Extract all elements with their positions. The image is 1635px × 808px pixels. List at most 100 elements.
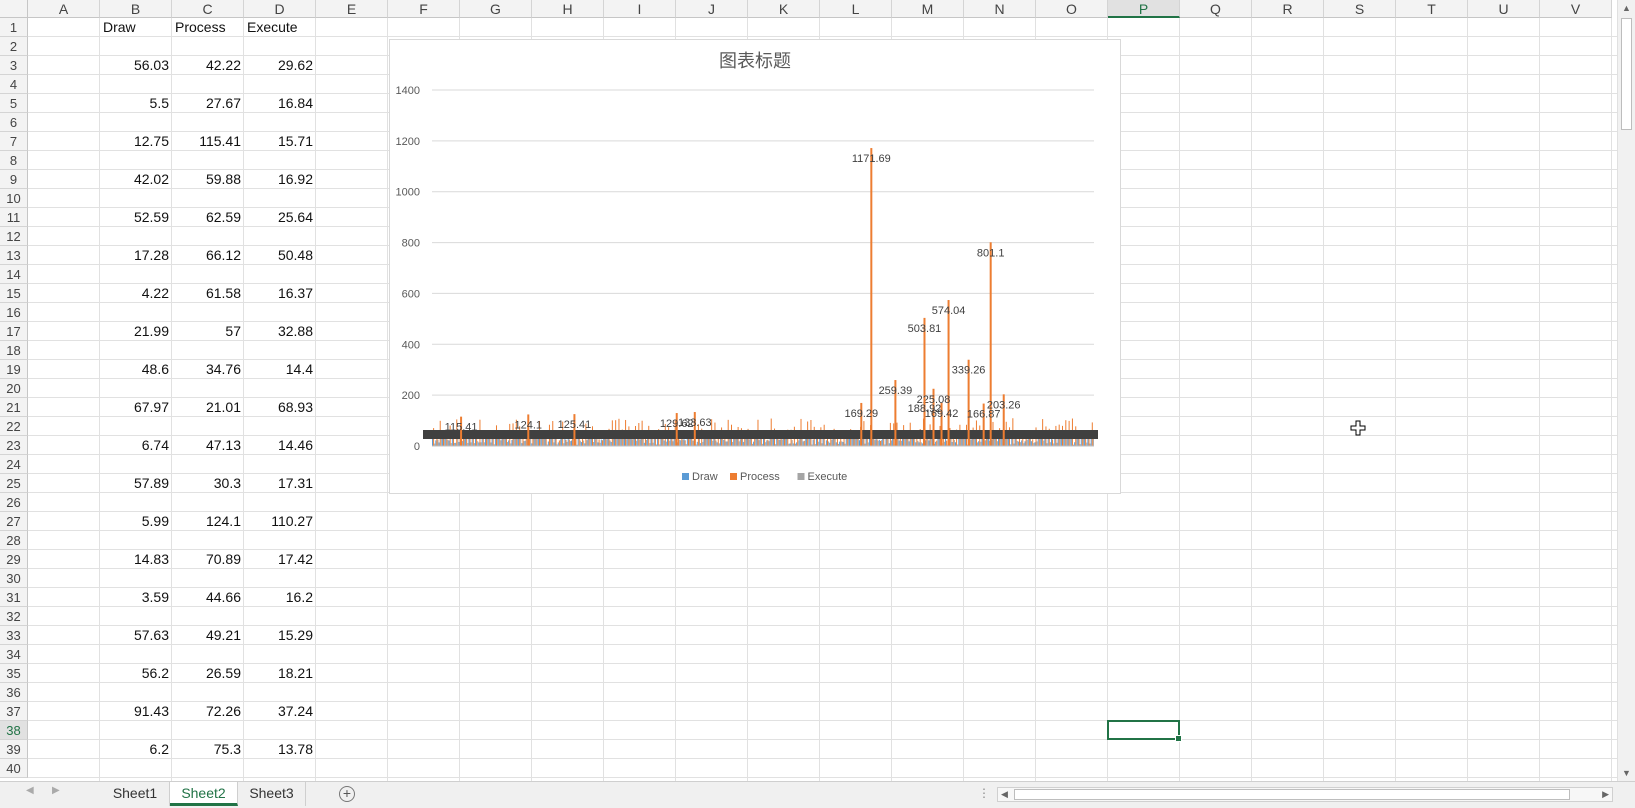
row-header-35[interactable]: 35 bbox=[0, 664, 28, 683]
scroll-down-icon[interactable]: ▼ bbox=[1618, 765, 1635, 781]
row-header-25[interactable]: 25 bbox=[0, 474, 28, 493]
vertical-scroll-thumb[interactable] bbox=[1621, 18, 1632, 130]
row-header-5[interactable]: 5 bbox=[0, 94, 28, 113]
row-header-33[interactable]: 33 bbox=[0, 626, 28, 645]
cell-c37[interactable]: 72.26 bbox=[172, 702, 244, 721]
cell-c15[interactable]: 61.58 bbox=[172, 284, 244, 303]
cell-b13[interactable]: 17.28 bbox=[100, 246, 172, 265]
cell-d1[interactable]: Execute bbox=[244, 18, 316, 37]
cell-d7[interactable]: 15.71 bbox=[244, 132, 316, 151]
row-header-2[interactable]: 2 bbox=[0, 37, 28, 56]
cell-b35[interactable]: 56.2 bbox=[100, 664, 172, 683]
sheet-tab-sheet3[interactable]: Sheet3 bbox=[238, 782, 306, 806]
cell-c11[interactable]: 62.59 bbox=[172, 208, 244, 227]
row-header-40[interactable]: 40 bbox=[0, 759, 28, 778]
row-header-4[interactable]: 4 bbox=[0, 75, 28, 94]
column-header-i[interactable]: I bbox=[604, 0, 676, 18]
select-all-corner[interactable] bbox=[0, 0, 28, 18]
row-header-8[interactable]: 8 bbox=[0, 151, 28, 170]
row-header-26[interactable]: 26 bbox=[0, 493, 28, 512]
add-sheet-icon[interactable]: + bbox=[339, 786, 355, 802]
cell-b21[interactable]: 67.97 bbox=[100, 398, 172, 417]
row-header-13[interactable]: 13 bbox=[0, 246, 28, 265]
row-header-37[interactable]: 37 bbox=[0, 702, 28, 721]
column-header-f[interactable]: F bbox=[388, 0, 460, 18]
column-header-l[interactable]: L bbox=[820, 0, 892, 18]
column-header-o[interactable]: O bbox=[1036, 0, 1108, 18]
cell-d35[interactable]: 18.21 bbox=[244, 664, 316, 683]
prev-sheet-icon[interactable]: ◀ bbox=[26, 785, 34, 796]
cell-b19[interactable]: 48.6 bbox=[100, 360, 172, 379]
scroll-up-icon[interactable]: ▲ bbox=[1618, 0, 1635, 16]
cell-d27[interactable]: 110.27 bbox=[244, 512, 316, 531]
column-header-j[interactable]: J bbox=[676, 0, 748, 18]
row-header-1[interactable]: 1 bbox=[0, 18, 28, 37]
row-header-17[interactable]: 17 bbox=[0, 322, 28, 341]
row-header-31[interactable]: 31 bbox=[0, 588, 28, 607]
cell-d29[interactable]: 17.42 bbox=[244, 550, 316, 569]
next-sheet-icon[interactable]: ▶ bbox=[52, 785, 60, 796]
row-header-29[interactable]: 29 bbox=[0, 550, 28, 569]
cell-b33[interactable]: 57.63 bbox=[100, 626, 172, 645]
cell-c33[interactable]: 49.21 bbox=[172, 626, 244, 645]
row-header-20[interactable]: 20 bbox=[0, 379, 28, 398]
cell-c25[interactable]: 30.3 bbox=[172, 474, 244, 493]
cell-d3[interactable]: 29.62 bbox=[244, 56, 316, 75]
cell-b37[interactable]: 91.43 bbox=[100, 702, 172, 721]
sheet-tab-sheet1[interactable]: Sheet1 bbox=[101, 782, 170, 806]
horizontal-scrollbar[interactable]: ◀ ▶ bbox=[997, 787, 1613, 802]
cell-c9[interactable]: 59.88 bbox=[172, 170, 244, 189]
column-header-u[interactable]: U bbox=[1468, 0, 1540, 18]
cell-b9[interactable]: 42.02 bbox=[100, 170, 172, 189]
row-header-39[interactable]: 39 bbox=[0, 740, 28, 759]
column-header-b[interactable]: B bbox=[100, 0, 172, 18]
column-header-p[interactable]: P bbox=[1108, 0, 1180, 18]
cell-b23[interactable]: 6.74 bbox=[100, 436, 172, 455]
cell-d19[interactable]: 14.4 bbox=[244, 360, 316, 379]
cell-c17[interactable]: 57 bbox=[172, 322, 244, 341]
tab-split-handle-icon[interactable]: ⋮ bbox=[978, 786, 990, 800]
column-header-g[interactable]: G bbox=[460, 0, 532, 18]
cell-d5[interactable]: 16.84 bbox=[244, 94, 316, 113]
row-header-28[interactable]: 28 bbox=[0, 531, 28, 550]
column-header-r[interactable]: R bbox=[1252, 0, 1324, 18]
cell-b25[interactable]: 57.89 bbox=[100, 474, 172, 493]
cell-b29[interactable]: 14.83 bbox=[100, 550, 172, 569]
sheet-tab-sheet2[interactable]: Sheet2 bbox=[170, 782, 238, 806]
cell-b15[interactable]: 4.22 bbox=[100, 284, 172, 303]
column-header-v[interactable]: V bbox=[1540, 0, 1612, 18]
horizontal-scroll-thumb[interactable] bbox=[1014, 789, 1570, 800]
row-header-18[interactable]: 18 bbox=[0, 341, 28, 360]
cell-d9[interactable]: 16.92 bbox=[244, 170, 316, 189]
row-header-22[interactable]: 22 bbox=[0, 417, 28, 436]
column-header-c[interactable]: C bbox=[172, 0, 244, 18]
cell-d37[interactable]: 37.24 bbox=[244, 702, 316, 721]
column-header-k[interactable]: K bbox=[748, 0, 820, 18]
scroll-right-icon[interactable]: ▶ bbox=[1602, 788, 1609, 801]
row-header-36[interactable]: 36 bbox=[0, 683, 28, 702]
cell-c3[interactable]: 42.22 bbox=[172, 56, 244, 75]
cell-b3[interactable]: 56.03 bbox=[100, 56, 172, 75]
row-header-24[interactable]: 24 bbox=[0, 455, 28, 474]
bar-chart[interactable]: 图表标题 0 200 400 600 800 1000 1200 1400 1171.69 801.… bbox=[389, 39, 1121, 494]
column-header-h[interactable]: H bbox=[532, 0, 604, 18]
cell-b1[interactable]: Draw bbox=[100, 18, 172, 37]
cell-c5[interactable]: 27.67 bbox=[172, 94, 244, 113]
cell-c29[interactable]: 70.89 bbox=[172, 550, 244, 569]
cell-d33[interactable]: 15.29 bbox=[244, 626, 316, 645]
cell-b27[interactable]: 5.99 bbox=[100, 512, 172, 531]
cell-d13[interactable]: 50.48 bbox=[244, 246, 316, 265]
cell-d11[interactable]: 25.64 bbox=[244, 208, 316, 227]
vertical-scrollbar[interactable]: ▲ ▼ bbox=[1617, 0, 1635, 781]
row-header-10[interactable]: 10 bbox=[0, 189, 28, 208]
cell-b31[interactable]: 3.59 bbox=[100, 588, 172, 607]
cell-d23[interactable]: 14.46 bbox=[244, 436, 316, 455]
cell-c23[interactable]: 47.13 bbox=[172, 436, 244, 455]
cell-b5[interactable]: 5.5 bbox=[100, 94, 172, 113]
cell-c7[interactable]: 115.41 bbox=[172, 132, 244, 151]
active-cell[interactable] bbox=[1107, 720, 1182, 742]
row-header-16[interactable]: 16 bbox=[0, 303, 28, 322]
cell-c27[interactable]: 124.1 bbox=[172, 512, 244, 531]
cell-b17[interactable]: 21.99 bbox=[100, 322, 172, 341]
row-header-11[interactable]: 11 bbox=[0, 208, 28, 227]
